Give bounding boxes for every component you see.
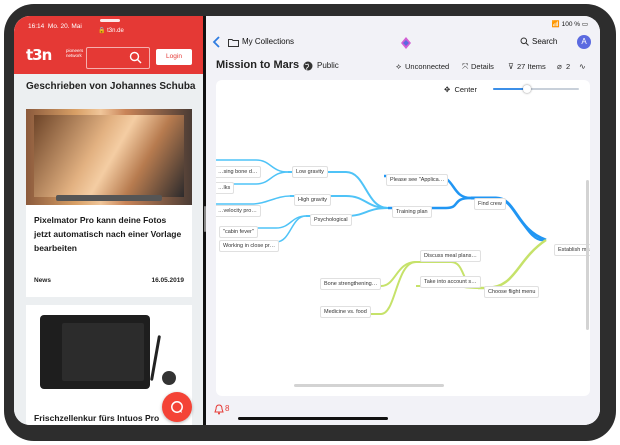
article-title[interactable]: Frischzellenkur fürs Intuos Pro [34, 411, 184, 425]
mindmap-node[interactable]: Find crew [474, 198, 506, 210]
mindmap-node[interactable]: Discuss meal plans… [420, 250, 481, 262]
left-status-bar: 16:14 Mo. 20. Mai 🔒 t3n.de [14, 16, 203, 42]
right-app-mindmap: 📶 100 % ▭ My Collections Search A Missio… [206, 16, 600, 425]
chat-fab-button[interactable] [162, 392, 192, 422]
mindmap-node[interactable]: Psychological [310, 214, 352, 226]
filter-icon: ⊽ [508, 62, 514, 71]
mindmap-node[interactable]: Working in close pr… [219, 240, 280, 252]
notification-count[interactable]: 8 [225, 404, 229, 413]
mindmap-root-node[interactable]: Establish mars [554, 244, 590, 256]
search-icon [520, 37, 529, 46]
article-date: 16.05.2019 [151, 277, 184, 284]
pixelmator-screenshot [34, 115, 184, 197]
status-time: 16:14 Mo. 20. Mai [28, 23, 82, 30]
mindmap-node[interactable]: Please see "Applica… [386, 174, 449, 186]
mindmap-node[interactable]: …lks [216, 182, 235, 194]
unconnected-button[interactable]: Unconnected [405, 62, 449, 71]
mac-dock [56, 195, 162, 201]
author-section-title: Geschrieben von Johannes Schuba [26, 81, 196, 92]
visibility-public[interactable]: Public [317, 61, 339, 70]
article-meta: News 16.05.2019 [34, 277, 184, 284]
activity-icon[interactable]: ∿ [579, 62, 586, 71]
article-category[interactable]: News [34, 277, 51, 284]
mindmap-node[interactable]: Training plan [392, 206, 432, 218]
mindmap-node[interactable]: …sing bone d… [216, 166, 262, 178]
items-count-button[interactable]: 27 Items [517, 62, 546, 71]
details-button[interactable]: Details [471, 62, 494, 71]
ipad-device: 16:14 Mo. 20. Mai 🔒 t3n.de t3n pioneers … [0, 0, 620, 445]
stylus-pen [150, 335, 161, 381]
details-icon: ⤧ [462, 62, 469, 71]
globe-icon [303, 61, 313, 71]
chat-icon [171, 401, 183, 413]
mindmap-node[interactable]: …velocity pro… [216, 205, 261, 217]
screen: 16:14 Mo. 20. Mai 🔒 t3n.de t3n pioneers … [14, 16, 600, 425]
collections-link[interactable]: My Collections [242, 37, 294, 46]
home-indicator[interactable] [238, 417, 388, 420]
control-knob [162, 371, 176, 385]
mindmap-node[interactable]: Medicine vs. food [320, 306, 371, 318]
mindmap-node[interactable]: Low gravity [292, 166, 328, 178]
nav-bar: My Collections Search A [206, 30, 600, 54]
article-card[interactable]: Pixelmator Pro kann deine Fotos jetzt au… [26, 109, 192, 297]
vertical-scrollbar[interactable] [586, 180, 589, 330]
horizontal-scrollbar[interactable] [294, 384, 444, 387]
unconnected-icon: ⟡ [396, 62, 402, 71]
site-search-button[interactable] [86, 47, 150, 69]
mindmap-node[interactable]: Take into account s… [420, 276, 481, 288]
article-image[interactable] [26, 109, 192, 205]
right-status-bar: 📶 100 % ▭ [206, 16, 600, 30]
article-image-tablet[interactable] [40, 315, 150, 389]
bell-icon[interactable] [214, 404, 224, 415]
user-avatar[interactable]: A [577, 35, 591, 49]
mindmap-canvas[interactable]: ✥ Center Establish Find crew Please see … [216, 80, 590, 396]
attachments-count[interactable]: 2 [566, 62, 570, 71]
mindmap-node[interactable]: "cabin fever" [219, 226, 258, 238]
t3n-logo[interactable]: t3n [26, 46, 52, 64]
connection-line [216, 195, 291, 205]
article-title[interactable]: Pixelmator Pro kann deine Fotos jetzt au… [34, 213, 184, 255]
search-icon [129, 51, 142, 64]
battery-indicator: 📶 100 % ▭ [551, 21, 588, 28]
folder-icon [228, 39, 239, 47]
bottom-bar: 8 [206, 398, 600, 425]
paperclip-icon: ⌀ [557, 62, 562, 71]
tablet-surface [62, 323, 144, 381]
mindmap-node[interactable]: Bone strengthening… [320, 278, 382, 290]
map-toolbar: Mission to Mars Public ⟡ Unconnected ⤧ D… [206, 54, 600, 78]
url-label[interactable]: 🔒 t3n.de [98, 27, 124, 34]
chevron-left-icon[interactable] [212, 36, 222, 48]
mindmap-connections [216, 159, 547, 315]
login-button[interactable]: Login [156, 49, 192, 65]
app-logo-icon[interactable] [401, 37, 411, 49]
multitask-grabber[interactable] [100, 19, 120, 22]
mindmap-node[interactable]: High gravity [294, 194, 332, 206]
map-title[interactable]: Mission to Mars [216, 59, 299, 71]
connection-line [478, 238, 547, 290]
mindmap-node[interactable]: Choose flight menu [484, 286, 540, 298]
search-button[interactable]: Search [520, 37, 557, 46]
left-app-safari: 16:14 Mo. 20. Mai 🔒 t3n.de t3n pioneers … [14, 16, 203, 425]
